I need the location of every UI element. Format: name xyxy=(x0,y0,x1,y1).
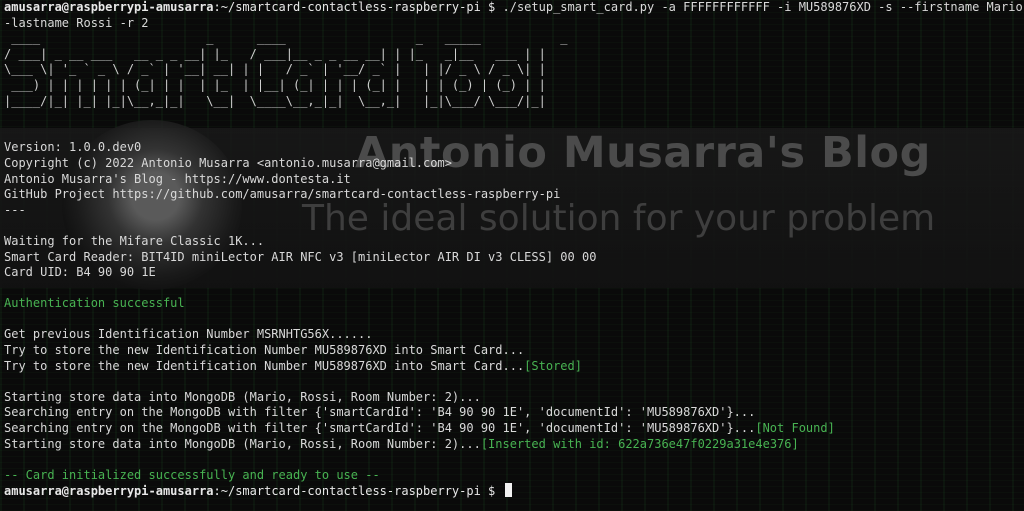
mongo-search-line: Searching entry on the MongoDB with filt… xyxy=(4,405,756,420)
mongo-start-line: Starting store data into MongoDB (Mario,… xyxy=(4,389,481,404)
current-prompt-line[interactable]: amusarra@raspberrypi-amusarra:~/smartcar… xyxy=(4,483,1020,499)
auth-success-line: Authentication successful xyxy=(4,296,185,311)
prompt-path: :~/smartcard-contactless-raspberry-pi $ xyxy=(213,0,503,14)
not-found-tag: [Not Found] xyxy=(755,421,835,436)
store-id-line: Try to store the new Identification Numb… xyxy=(4,343,525,358)
reader-line: Smart Card Reader: BIT4ID miniLector AIR… xyxy=(4,249,597,264)
version-line: Version: 1.0.0.dev0 xyxy=(4,140,142,155)
command-line: amusarra@raspberrypi-amusarra:~/smartcar… xyxy=(4,0,1023,16)
github-line: GitHub Project https://github.com/amusar… xyxy=(4,187,561,202)
stored-tag: [Stored] xyxy=(524,358,582,373)
prompt-path: :~/smartcard-contactless-raspberry-pi $ xyxy=(213,484,503,499)
ascii-banner-line: / ___| _ __ ___ __ _ _ __| |_ / ___|__ _… xyxy=(4,46,546,61)
terminal-output: amusarra@raspberrypi-amusarra:~/smartcar… xyxy=(4,0,1023,499)
ascii-banner-line: ____ _ ____ _ _____ _ xyxy=(4,31,575,46)
text-cursor[interactable] xyxy=(504,483,512,498)
command-text: ./setup_smart_card.py -a FFFFFFFFFFFF -i… xyxy=(502,0,1024,14)
mongo-search-result-line: Searching entry on the MongoDB with filt… xyxy=(4,421,835,436)
card-uid-line: Card UID: B4 90 90 1E xyxy=(4,265,156,280)
store-id-line-result: Try to store the new Identification Numb… xyxy=(4,358,582,373)
prompt-user: amusarra@raspberrypi-amusarra xyxy=(4,0,214,14)
copyright-line: Copyright (c) 2022 Antonio Musarra <anto… xyxy=(4,155,452,170)
mongo-insert-line: Starting store data into MongoDB (Mario,… xyxy=(4,436,799,451)
inserted-tag: [Inserted with id: 622a736e47f0229a31e4e… xyxy=(480,436,799,451)
waiting-line: Waiting for the Mifare Classic 1K... xyxy=(4,233,265,248)
ascii-banner-line: |____/|_| |_| |_|\__,_|_| \__| \____\__,… xyxy=(4,93,546,108)
command-continuation: -lastname Rossi -r 2 xyxy=(4,15,149,30)
final-message-line: -- Card initialized successfully and rea… xyxy=(4,467,380,482)
previous-id-line: Get previous Identification Number MSRNH… xyxy=(4,327,373,342)
separator-line: --- xyxy=(4,202,26,217)
ascii-banner-line: \___ \| '_ ` _ \ / _` | '__| __| | | / _… xyxy=(4,62,546,77)
blog-line: Antonio Musarra's Blog - https://www.don… xyxy=(4,171,351,186)
prompt-user: amusarra@raspberrypi-amusarra xyxy=(4,484,214,499)
ascii-banner-line: ___) | | | | | | (_| | | | |_ | |__| (_|… xyxy=(4,77,546,92)
terminal-window[interactable]: Antonio Musarra's Blog The ideal solutio… xyxy=(0,0,1024,511)
